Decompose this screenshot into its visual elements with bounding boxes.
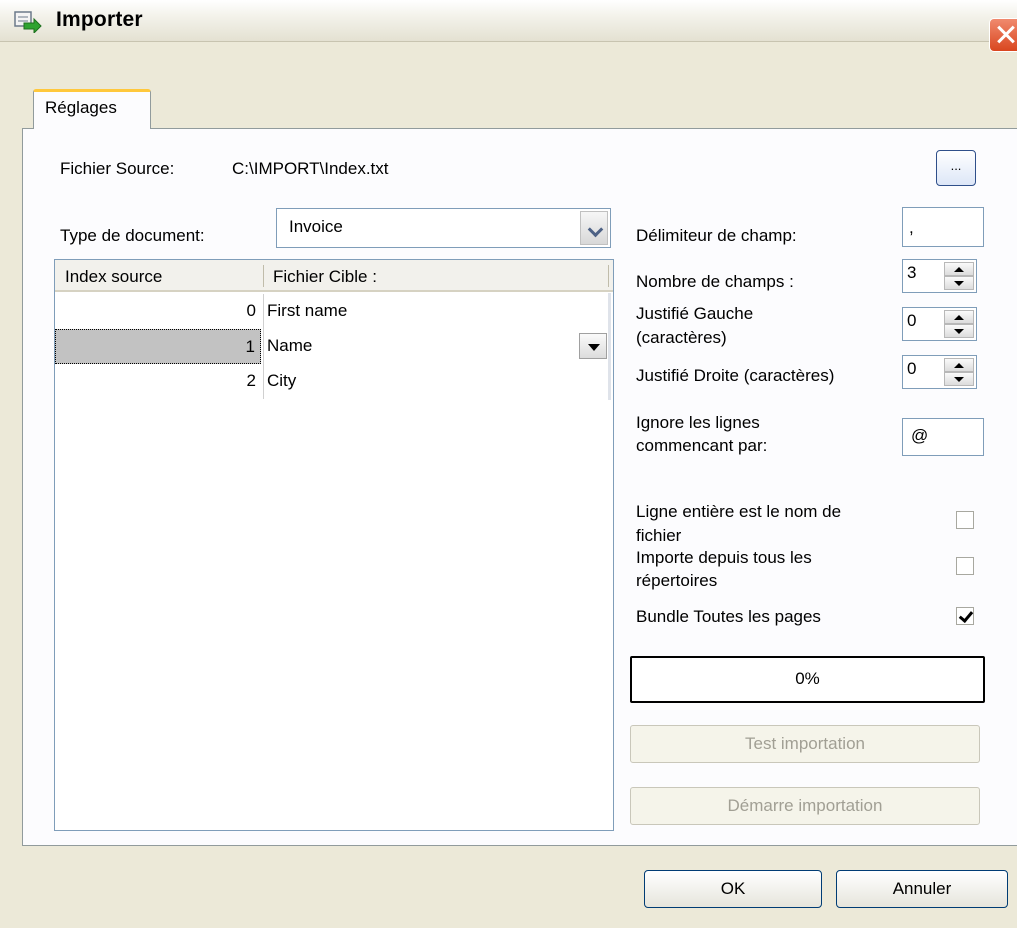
- left-justify-label-line2: (caractères): [636, 328, 727, 347]
- progress-bar: 0%: [630, 656, 985, 703]
- mapping-grid[interactable]: Index source Fichier Cible : 0 First nam…: [54, 259, 614, 831]
- browse-button[interactable]: ...: [936, 150, 976, 186]
- doc-type-value: Invoice: [289, 217, 343, 236]
- spin-up-icon[interactable]: [944, 358, 974, 372]
- chevron-down-icon[interactable]: [579, 333, 607, 359]
- progress-text: 0%: [795, 669, 820, 688]
- right-justify-value: 0: [907, 359, 917, 378]
- column-header-target-file[interactable]: Fichier Cible :: [273, 267, 377, 287]
- whole-line-label: Ligne entière est le nom de: [636, 502, 842, 521]
- spin-down-icon[interactable]: [944, 372, 974, 386]
- chevron-down-icon[interactable]: [580, 211, 608, 245]
- left-justify-label: Justifié Gauche: [636, 304, 754, 323]
- browse-button-label: ...: [950, 158, 962, 173]
- delimiter-value: ,: [909, 218, 914, 237]
- whole-line-label-line2: fichier: [636, 526, 682, 545]
- ok-button[interactable]: OK: [644, 870, 822, 908]
- row-index-cell[interactable]: 1: [55, 329, 261, 364]
- whole-line-checkbox[interactable]: [956, 511, 974, 529]
- all-dirs-checkbox[interactable]: [956, 557, 974, 575]
- source-file-label: Fichier Source:: [60, 159, 175, 178]
- table-row-selected[interactable]: 1 Name: [55, 329, 613, 364]
- right-justify-label: Justifié Droite (caractères): [636, 366, 835, 385]
- all-dirs-label: Importe depuis tous les: [636, 548, 812, 567]
- delimiter-input[interactable]: ,: [902, 207, 984, 247]
- num-fields-value: 3: [907, 263, 917, 282]
- num-fields-label: Nombre de champs :: [636, 272, 794, 291]
- ignore-lines-label: Ignore les lignes: [636, 413, 760, 432]
- grid-scroll-indicator: [608, 293, 611, 400]
- all-dirs-label-line2: répertoires: [636, 571, 718, 590]
- num-fields-stepper[interactable]: 3: [902, 259, 977, 293]
- spin-up-icon[interactable]: [944, 310, 974, 324]
- row-index-cell[interactable]: 0: [55, 294, 261, 329]
- spin-down-icon[interactable]: [944, 276, 974, 290]
- test-import-button[interactable]: Test importation: [630, 725, 980, 763]
- tab-label: Réglages: [45, 98, 117, 117]
- left-justify-stepper[interactable]: 0: [902, 307, 977, 341]
- bundle-checkbox[interactable]: [956, 607, 974, 625]
- start-import-button[interactable]: Démarre importation: [630, 787, 980, 825]
- row-target-cell[interactable]: First name: [263, 294, 611, 329]
- ignore-lines-label-line2: commencant par:: [636, 436, 768, 455]
- column-header-index-source[interactable]: Index source: [65, 267, 162, 287]
- cancel-button[interactable]: Annuler: [836, 870, 1008, 908]
- bundle-label: Bundle Toutes les pages: [636, 607, 821, 626]
- row-target-cell[interactable]: Name: [263, 329, 611, 364]
- table-row[interactable]: 2 City: [55, 364, 613, 399]
- ignore-prefix-input[interactable]: @: [902, 418, 984, 456]
- start-import-label: Démarre importation: [727, 796, 883, 815]
- cancel-label: Annuler: [892, 879, 952, 898]
- spin-down-icon[interactable]: [944, 324, 974, 338]
- column-divider[interactable]: [263, 265, 264, 287]
- doc-type-label: Type de document:: [60, 226, 205, 245]
- delimiter-label: Délimiteur de champ:: [636, 226, 797, 245]
- test-import-label: Test importation: [745, 734, 865, 753]
- table-row[interactable]: 0 First name: [55, 294, 613, 329]
- close-icon[interactable]: [989, 18, 1017, 52]
- grid-header: Index source Fichier Cible :: [55, 260, 613, 292]
- title-bar: Importer: [0, 0, 1017, 52]
- column-divider[interactable]: [608, 265, 609, 287]
- ignore-prefix-value: @: [911, 426, 929, 445]
- window-title: Importer: [56, 8, 143, 31]
- row-target-cell[interactable]: City: [263, 364, 611, 399]
- left-justify-value: 0: [907, 311, 917, 330]
- tab-reglages[interactable]: Réglages: [33, 89, 151, 129]
- import-arrow-icon: [14, 11, 42, 33]
- right-justify-stepper[interactable]: 0: [902, 355, 977, 389]
- ok-label: OK: [720, 879, 746, 898]
- row-index-cell[interactable]: 2: [55, 364, 261, 399]
- doc-type-select[interactable]: Invoice: [276, 208, 611, 248]
- source-file-path: C:\IMPORT\Index.txt: [232, 159, 389, 178]
- spin-up-icon[interactable]: [944, 262, 974, 276]
